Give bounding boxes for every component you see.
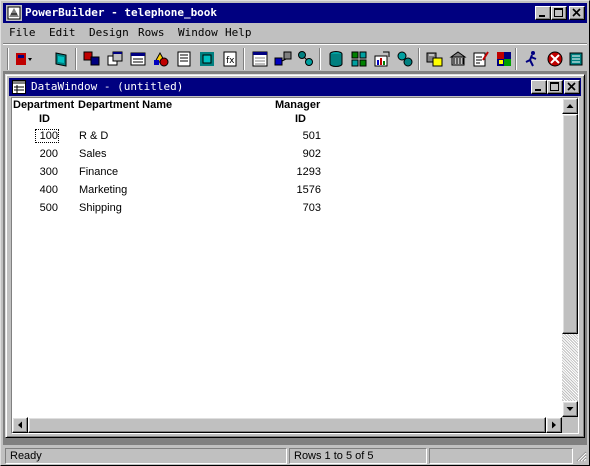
project-icon[interactable]	[424, 48, 446, 70]
cell-dept-id[interactable]: 200	[36, 148, 58, 160]
cell-dept-id[interactable]: 100	[35, 129, 59, 143]
cell-manager-id[interactable]: 703	[271, 202, 321, 214]
run-icon[interactable]	[493, 48, 515, 70]
menu-help[interactable]: Help	[225, 26, 252, 39]
window-painter-icon[interactable]	[104, 48, 126, 70]
application-icon[interactable]	[81, 48, 103, 70]
query-icon[interactable]	[249, 48, 271, 70]
header-manager-id: Manager	[275, 99, 321, 111]
app-title: PowerBuilder - telephone_book	[25, 6, 218, 19]
toolbar-separator	[75, 48, 77, 70]
toolbar: fx	[3, 43, 587, 71]
scroll-left-button[interactable]	[12, 417, 28, 433]
datawindow-window: DataWindow - (untitled) Department ID De…	[5, 74, 585, 438]
datawindow-maximize-button[interactable]	[547, 80, 563, 94]
status-bar: Ready Rows 1 to 5 of 5	[3, 447, 587, 465]
cell-manager-id[interactable]: 1293	[271, 166, 321, 178]
cell-dept-id[interactable]: 500	[36, 202, 58, 214]
cell-dept-name[interactable]: Marketing	[79, 184, 127, 196]
datawindow-icon[interactable]: fx	[219, 48, 241, 70]
stop-icon[interactable]	[544, 48, 566, 70]
powerbuilder-icon[interactable]	[6, 5, 22, 21]
scroll-down-button[interactable]	[562, 401, 578, 417]
structure-icon[interactable]	[150, 48, 172, 70]
cell-manager-id[interactable]: 501	[271, 130, 321, 142]
pipeline-icon[interactable]	[272, 48, 294, 70]
debug-icon[interactable]	[521, 48, 543, 70]
exit-icon[interactable]	[51, 48, 73, 70]
status-panel-empty	[429, 448, 573, 464]
scrollbar-corner	[562, 417, 578, 433]
resize-grip-icon[interactable]	[575, 450, 587, 462]
vertical-scroll-thumb[interactable]	[562, 114, 578, 334]
datawindow-icon[interactable]	[12, 80, 26, 97]
help-icon[interactable]	[470, 48, 492, 70]
object-browser-icon[interactable]	[394, 48, 416, 70]
preferences-icon[interactable]	[447, 48, 469, 70]
function-icon[interactable]	[196, 48, 218, 70]
menu-edit[interactable]: Edit	[49, 26, 76, 39]
database-profile-icon[interactable]	[325, 48, 347, 70]
status-message: Ready	[5, 448, 287, 464]
datawindow-close-button[interactable]	[564, 80, 580, 94]
datawindow-grid: Department ID Department Name Manager ID…	[11, 97, 579, 434]
cell-dept-id[interactable]: 300	[36, 166, 58, 178]
app-window: PowerBuilder - telephone_book File Edit …	[0, 0, 590, 466]
status-rows-info: Rows 1 to 5 of 5	[289, 448, 427, 464]
user-object-icon[interactable]	[173, 48, 195, 70]
datawindow-title-bar[interactable]: DataWindow - (untitled)	[9, 78, 581, 96]
svg-text:fx: fx	[226, 56, 235, 66]
toolbar-separator	[515, 48, 517, 70]
toolbar-separator	[243, 48, 245, 70]
header-department-id: Department	[13, 99, 75, 111]
header-department-id-line2: ID	[39, 113, 50, 125]
menu-design[interactable]: Design	[89, 26, 129, 39]
cell-dept-name[interactable]: Sales	[79, 148, 107, 160]
data-manipulation-icon[interactable]	[348, 48, 370, 70]
cell-dept-id[interactable]: 400	[36, 184, 58, 196]
menu-window[interactable]: Window	[178, 26, 218, 39]
close-button[interactable]	[569, 6, 585, 20]
database-icon[interactable]	[295, 48, 317, 70]
menu-rows[interactable]: Rows	[138, 26, 165, 39]
menu-file[interactable]: File	[9, 26, 36, 39]
cell-manager-id[interactable]: 1576	[271, 184, 321, 196]
scroll-right-button[interactable]	[546, 417, 562, 433]
exit-app-icon[interactable]	[566, 48, 588, 70]
library-icon[interactable]	[371, 48, 393, 70]
datawindow-title: DataWindow - (untitled)	[31, 80, 184, 93]
cell-manager-id[interactable]: 902	[271, 148, 321, 160]
maximize-button[interactable]	[551, 6, 567, 20]
horizontal-scroll-thumb[interactable]	[28, 417, 546, 433]
datawindow-minimize-button[interactable]	[531, 80, 547, 94]
new-dropdown-icon[interactable]	[13, 48, 35, 70]
app-title-bar[interactable]: PowerBuilder - telephone_book	[3, 3, 587, 23]
header-manager-id-line2: ID	[295, 113, 306, 125]
toolbar-grip	[7, 48, 9, 70]
cell-dept-name[interactable]: Finance	[79, 166, 118, 178]
menu-bar: File Edit Design Rows Window Help	[3, 24, 587, 42]
header-department-name: Department Name	[78, 99, 173, 111]
toolbar-separator	[418, 48, 420, 70]
toolbar-separator	[319, 48, 321, 70]
cell-dept-name[interactable]: Shipping	[79, 202, 122, 214]
scroll-up-button[interactable]	[562, 98, 578, 114]
menu-painter-icon[interactable]	[127, 48, 149, 70]
cell-dept-name[interactable]: R & D	[79, 130, 108, 142]
minimize-button[interactable]	[535, 6, 551, 20]
